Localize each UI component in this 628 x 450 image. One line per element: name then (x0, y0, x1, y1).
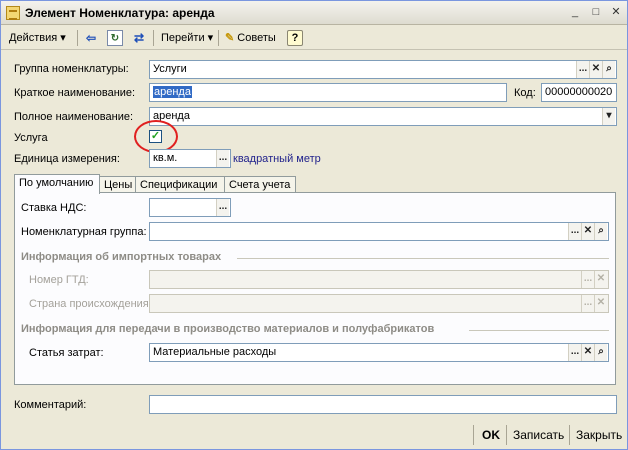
tab-prices[interactable]: Цены (99, 176, 136, 193)
origin-label: Страна происхождения: (29, 298, 152, 310)
select-button[interactable]: ... (216, 199, 229, 216)
goto-menu[interactable]: Перейти ▾ (159, 29, 215, 47)
close-form-button[interactable]: Закрыть (576, 428, 622, 442)
dropdown-icon[interactable]: ▾ (602, 108, 615, 125)
footer-separator (506, 425, 507, 445)
full-name-label: Полное наименование: (14, 111, 134, 123)
unit-link[interactable]: квадратный метр (233, 153, 321, 165)
code-label: Код: (514, 87, 536, 99)
gtd-field[interactable]: ... ✕ (149, 270, 609, 289)
vat-field[interactable]: ... (149, 198, 231, 217)
ok-button[interactable]: OK (482, 428, 500, 442)
service-label: Услуга (14, 132, 48, 144)
open-icon[interactable]: ⌕ (594, 223, 607, 240)
refresh-icon[interactable]: ↻ (107, 30, 123, 46)
footer-separator (569, 425, 570, 445)
window-title: Элемент Номенклатура: аренда (25, 6, 215, 20)
group-label: Группа номенклатуры: (14, 63, 129, 75)
full-name-field[interactable]: аренда ▾ (149, 107, 617, 126)
gtd-label: Номер ГТД: (29, 274, 89, 286)
unit-label: Единица измерения: (14, 153, 120, 165)
short-name-value: аренда (153, 86, 192, 98)
maximize-button[interactable]: □ (589, 6, 603, 20)
clear-icon[interactable]: ✕ (594, 295, 607, 312)
minimize-button[interactable]: _ (568, 6, 582, 20)
actions-menu[interactable]: Действия ▾ (7, 29, 68, 47)
close-button[interactable]: ✕ (609, 6, 623, 20)
cost-item-value: Материальные расходы (153, 346, 277, 358)
footer-bar: OK Записать Закрыть (1, 422, 627, 449)
save-button[interactable]: Записать (513, 428, 564, 442)
comment-label: Комментарий: (14, 399, 87, 411)
production-header: Информация для передачи в производство м… (21, 323, 435, 335)
group-divider (237, 258, 609, 259)
group-field[interactable]: Услуги ... ✕ ⌕ (149, 60, 617, 79)
swap-icon[interactable]: ⇄ (131, 30, 147, 46)
comment-field[interactable] (149, 395, 617, 414)
group-divider (469, 330, 609, 331)
clear-icon[interactable]: ✕ (581, 344, 594, 361)
select-button[interactable]: ... (216, 150, 229, 167)
select-button[interactable]: ... (581, 295, 594, 312)
select-button[interactable]: ... (576, 61, 589, 78)
toolbar-separator (153, 30, 154, 46)
cost-item-field[interactable]: Материальные расходы ... ✕ ⌕ (149, 343, 609, 362)
tab-accounts[interactable]: Счета учета (224, 176, 296, 193)
import-header: Информация об импортных товарах (21, 251, 222, 263)
short-name-field[interactable]: аренда (149, 83, 507, 102)
clear-icon[interactable]: ✕ (581, 223, 594, 240)
tips-label: Советы (237, 32, 276, 44)
back-icon[interactable]: ⇦ (83, 30, 99, 46)
group-value: Услуги (153, 63, 187, 75)
tips-button[interactable]: ✎ Советы (223, 29, 278, 47)
nom-group-label: Номенклатурная группа: (21, 226, 147, 238)
dialog-window: Элемент Номенклатура: аренда _ □ ✕ Дейст… (0, 0, 628, 450)
select-button[interactable]: ... (568, 344, 581, 361)
toolbar-separator (218, 30, 219, 46)
open-icon[interactable]: ⌕ (602, 61, 615, 78)
chevron-down-icon: ▾ (60, 32, 66, 44)
title-bar[interactable]: Элемент Номенклатура: аренда _ □ ✕ (1, 1, 627, 25)
code-field[interactable]: 00000000020 (541, 83, 617, 102)
select-button[interactable]: ... (581, 271, 594, 288)
goto-label: Перейти (161, 32, 205, 44)
short-name-label: Краткое наименование: (14, 87, 136, 99)
code-value: 00000000020 (545, 86, 613, 98)
tab-specifications[interactable]: Спецификации (135, 176, 225, 193)
clear-icon[interactable]: ✕ (589, 61, 602, 78)
select-button[interactable]: ... (568, 223, 581, 240)
help-icon[interactable]: ? (287, 30, 303, 46)
origin-field[interactable]: ... ✕ (149, 294, 609, 313)
tips-icon: ✎ (225, 32, 235, 44)
clear-icon[interactable]: ✕ (594, 271, 607, 288)
chevron-down-icon: ▾ (207, 32, 214, 44)
open-icon[interactable]: ⌕ (594, 344, 607, 361)
footer-separator (473, 425, 474, 445)
toolbar: Действия ▾ ⇦ ↻ ⇄ Перейти ▾ ✎ Советы ? (1, 26, 627, 50)
nom-group-field[interactable]: ... ✕ ⌕ (149, 222, 609, 241)
cost-item-label: Статья затрат: (29, 347, 104, 359)
actions-label: Действия (9, 32, 58, 44)
unit-field[interactable]: кв.м. ... (149, 149, 231, 168)
toolbar-separator (77, 30, 78, 46)
catalog-icon (6, 6, 20, 20)
unit-value: кв.м. (153, 152, 178, 164)
vat-label: Ставка НДС: (21, 202, 87, 214)
tab-default[interactable]: По умолчанию (14, 174, 100, 194)
